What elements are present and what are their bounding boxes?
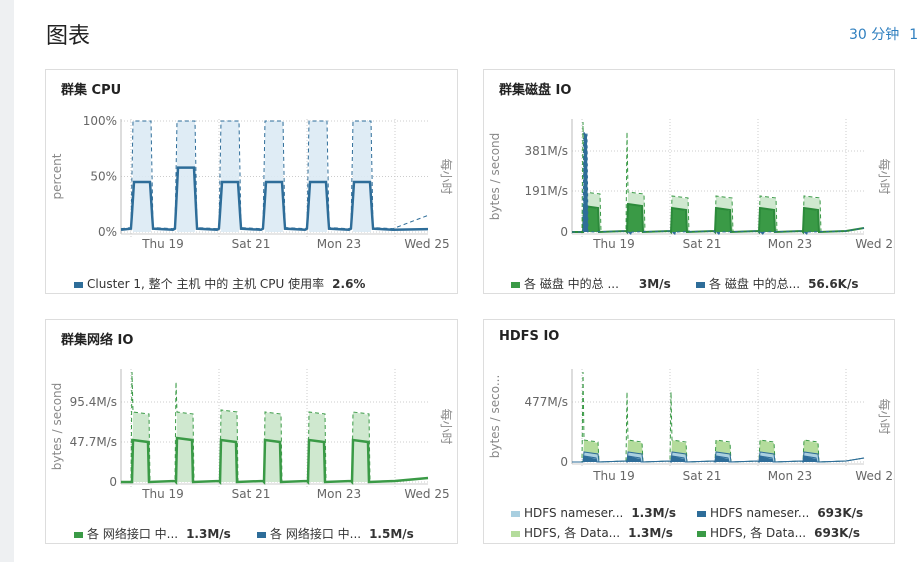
legend-swatch — [696, 281, 705, 288]
x-tick-label: Thu 19 — [592, 237, 635, 251]
legend-value: 1.5M/s — [369, 527, 414, 541]
y-axis-label: bytes / second — [50, 383, 64, 471]
legend-label: HDFS nameser... — [524, 506, 624, 520]
right-axis-label: 每小时 — [877, 158, 892, 194]
cpu-max-band — [353, 121, 371, 232]
legend-label: 各 网络接口 中... — [270, 527, 362, 541]
x-tick-label: Sat 21 — [683, 237, 722, 251]
x-tick-label: Sat 21 — [232, 237, 271, 251]
legend-item[interactable]: 各 网络接口 中... 1.5M/s — [257, 525, 414, 542]
x-tick-label: Mon 23 — [317, 487, 361, 501]
cpu-max-band — [177, 121, 195, 232]
y-tick-label: 0% — [98, 225, 117, 239]
legend-value: 3M/s — [638, 277, 671, 291]
legend-swatch — [697, 530, 706, 537]
y-axis-label: percent — [50, 153, 64, 199]
legend-item[interactable]: HDFS nameser... 693K/s — [697, 506, 863, 520]
x-tick-label: Thu 19 — [141, 237, 184, 251]
legend-value: 56.6K/s — [808, 277, 859, 291]
cpu-max-band — [133, 121, 151, 232]
legend-label: 各 磁盘 中的总 ... — [524, 277, 619, 291]
legend-value: 693K/s — [817, 506, 864, 520]
legend-label: HDFS, 各 Data... — [524, 526, 621, 540]
legend-value: 1.3M/s — [628, 526, 673, 540]
y-tick-label: 0 — [560, 225, 568, 239]
y-tick-label: 0 — [560, 455, 568, 469]
time-range-30min[interactable]: 30 分钟 — [849, 27, 899, 43]
time-range-next[interactable]: 1 — [909, 27, 918, 43]
legend-item[interactable]: HDFS nameser... 1.3M/s — [511, 506, 676, 520]
legend-swatch — [511, 510, 520, 517]
legend-value: 1.3M/s — [631, 506, 677, 520]
legend-swatch — [697, 510, 706, 517]
legend-value: 693K/s — [814, 526, 860, 540]
x-tick-label: Mon 23 — [317, 237, 361, 251]
chart-panel-hdfs-io[interactable]: HDFS IO 477M/s0Thu 19Sat 21Mon 23Wed 25b… — [483, 319, 895, 544]
right-axis-label: 每小时 — [439, 408, 454, 444]
right-axis-label: 每小时 — [877, 398, 892, 434]
legend-label: HDFS, 各 Data... — [710, 526, 807, 540]
legend-label: 各 网络接口 中... — [87, 527, 179, 541]
x-tick-label: Wed 25 — [404, 237, 449, 251]
legend-swatch — [511, 281, 520, 288]
legend-swatch — [74, 281, 83, 288]
legend-item[interactable]: 各 磁盘 中的总... 56.6K/s — [696, 275, 859, 292]
legend-item[interactable]: Cluster 1, 整个 主机 中的 主机 CPU 使用率 2.6% — [74, 275, 365, 292]
legend-item[interactable]: 各 磁盘 中的总 ... 3M/s — [511, 275, 671, 292]
y-axis-label: bytes / second — [488, 133, 502, 221]
right-axis-label: 每小时 — [439, 158, 454, 194]
x-tick-label: Wed 25 — [404, 487, 449, 501]
legend-item[interactable]: HDFS, 各 Data... 1.3M/s — [511, 524, 673, 541]
legend-swatch — [74, 531, 83, 538]
chart-panel-cpu[interactable]: 群集 CPU 100% 50% 0% Thu 19 Sat 21 Mon 23 Wed 25… — [45, 69, 458, 294]
x-tick-label: Mon 23 — [768, 469, 812, 483]
legend-item[interactable]: 各 网络接口 中... 1.3M/s — [74, 525, 231, 542]
cpu-chart[interactable]: 100% 50% 0% Thu 19 Sat 21 Mon 23 Wed 25 percent… — [46, 70, 457, 293]
cpu-max-band — [265, 121, 283, 232]
net-avg-area — [121, 438, 428, 482]
x-tick-label: Sat 21 — [683, 469, 722, 483]
y-tick-label: 100% — [83, 114, 117, 128]
x-tick-label: Thu 19 — [141, 487, 184, 501]
chart-panel-disk-io[interactable]: 群集磁盘 IO 381M/s 191M/s 0 Thu 19 Sat 21 Mon 23 W… — [483, 69, 895, 294]
disk-io-chart[interactable]: 381M/s 191M/s 0 Thu 19 Sat 21 Mon 23 Wed 25 byt… — [484, 70, 894, 293]
legend-label: Cluster 1, 整个 主机 中的 主机 CPU 使用率 — [87, 277, 325, 291]
x-tick-label: Sat 21 — [232, 487, 271, 501]
page-title: 图表 — [46, 24, 91, 49]
y-axis-label: bytes / seco... — [488, 375, 502, 459]
y-tick-label: 0 — [109, 475, 117, 489]
cpu-max-band — [309, 121, 327, 232]
chart-panel-network-io[interactable]: 群集网络 IO 95.4M/s 47.7M/s 0 Thu 19 Sat 21 Mon 2… — [45, 319, 458, 544]
legend-item[interactable]: HDFS, 各 Data... 693K/s — [697, 524, 860, 541]
legend-label: 各 磁盘 中的总... — [709, 277, 801, 291]
legend-value: 1.3M/s — [186, 527, 231, 541]
network-io-chart[interactable]: 95.4M/s 47.7M/s 0 Thu 19 Sat 21 Mon 23 Wed 25 b… — [46, 320, 457, 543]
y-tick-label: 381M/s — [524, 144, 568, 158]
y-tick-label: 191M/s — [524, 184, 568, 198]
y-tick-label: 95.4M/s — [70, 395, 117, 409]
cpu-max-band — [221, 121, 239, 232]
left-rail — [0, 0, 14, 562]
time-range-selector[interactable]: 30 分钟 1 — [849, 24, 920, 44]
legend-swatch — [511, 530, 520, 537]
y-tick-label: 477M/s — [524, 395, 568, 409]
x-tick-label: Thu 19 — [592, 469, 635, 483]
legend-label: HDFS nameser... — [710, 506, 810, 520]
x-tick-label: Wed 25 — [855, 469, 894, 483]
y-tick-label: 50% — [90, 170, 117, 184]
legend-value: 2.6% — [332, 277, 366, 291]
y-tick-label: 47.7M/s — [70, 435, 117, 449]
legend-swatch — [257, 531, 266, 538]
x-tick-label: Mon 23 — [768, 237, 812, 251]
x-tick-label: Wed 25 — [855, 237, 894, 251]
